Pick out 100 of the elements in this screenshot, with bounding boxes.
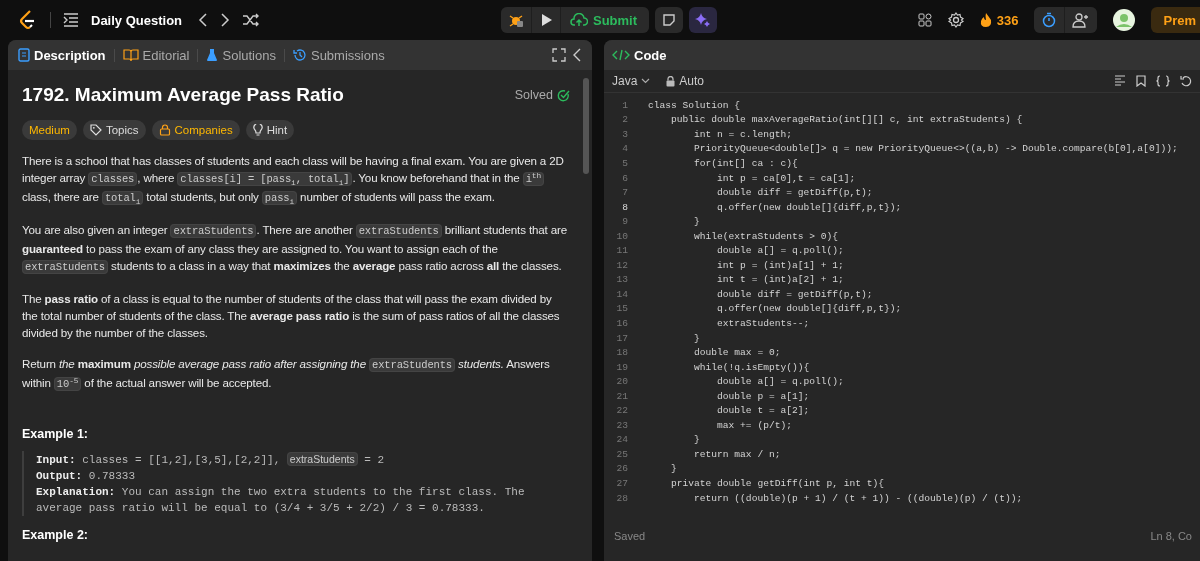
stopwatch-icon — [1041, 12, 1058, 28]
sparkle-icon — [695, 12, 712, 28]
code-line: int t = (int)a[2] + 1; — [716, 274, 844, 286]
tag-chip[interactable]: Companies — [151, 120, 240, 140]
code-line: class Solution { — [648, 99, 741, 111]
lightbulb-icon — [252, 123, 263, 137]
tag-chip[interactable]: Topics — [82, 120, 146, 140]
problem-list-title[interactable]: Daily Question — [91, 12, 183, 28]
code-line: q.offer(new double[]{diff,p,t}); — [716, 303, 902, 315]
collapse-icon[interactable] — [572, 48, 582, 62]
bookmark-icon[interactable] — [1136, 75, 1146, 87]
line-number: 5 — [621, 157, 628, 169]
example-text: Output: 0.78333 — [36, 469, 137, 484]
language-dropdown[interactable]: Java — [612, 74, 651, 88]
book-icon — [122, 48, 139, 62]
line-number: 18 — [615, 347, 628, 359]
example-text: Input: classes = [[1,2],[3,5],[2,2]], extraStudents = 2 — [36, 451, 386, 468]
avatar[interactable] — [1113, 9, 1136, 31]
settings-icon[interactable] — [947, 12, 964, 28]
line-number: 16 — [615, 317, 628, 329]
tag-icon — [89, 124, 102, 136]
line-number: 7 — [621, 187, 628, 199]
timer-button[interactable] — [1034, 7, 1065, 33]
premium-button[interactable]: Prem — [1151, 7, 1200, 33]
line-number: 17 — [615, 332, 628, 344]
panel-tab[interactable]: Solutions — [204, 47, 278, 63]
lock-icon — [666, 75, 676, 87]
fullscreen-icon[interactable] — [552, 48, 566, 62]
line-number: 15 — [615, 303, 628, 315]
format-icon[interactable] — [1114, 75, 1126, 87]
code-line: for(int[] ca : c){ — [693, 157, 798, 169]
document-icon — [18, 48, 30, 62]
line-number: 19 — [615, 361, 628, 373]
chevron-down-icon — [641, 78, 651, 84]
line-number: 11 — [615, 245, 628, 257]
submit-button[interactable]: Submit — [560, 7, 650, 33]
code-line: } — [693, 332, 700, 344]
list-icon[interactable] — [63, 13, 79, 27]
line-number: 4 — [621, 143, 628, 155]
braces-icon[interactable] — [1156, 75, 1170, 87]
line-number: 13 — [615, 274, 628, 286]
chevron-left-icon[interactable] — [198, 13, 209, 27]
example-heading: Example 1: — [22, 427, 89, 441]
note-icon — [662, 13, 677, 27]
debug-button[interactable] — [500, 7, 531, 33]
code-line: } — [693, 434, 700, 446]
sparkle-button[interactable] — [689, 7, 718, 33]
line-number: 10 — [615, 230, 628, 242]
shuffle-icon[interactable] — [242, 13, 261, 27]
code-line: while(extraStudents > 0){ — [693, 230, 838, 242]
code-line: extraStudents--; — [716, 317, 810, 329]
code-line: double max = 0; — [693, 347, 781, 359]
code-line: double a[] = q.poll(); — [716, 245, 844, 257]
line-number: 25 — [615, 448, 628, 460]
line-number: 21 — [615, 390, 628, 402]
code-line: return max / n; — [693, 448, 781, 460]
code-line: double p = a[1]; — [716, 390, 810, 402]
panel-tab[interactable]: Submissions — [290, 47, 387, 63]
example-text: Explanation: You can assign the two extra students to the first class. The average pass ratio will be equal to (3/4 + 3/5 + 2/2) / 3 = 0.78333. — [36, 485, 526, 516]
lock-icon — [158, 124, 171, 136]
line-number: 3 — [621, 128, 628, 140]
code-line: q.offer(new double[]{diff,p,t}); — [716, 201, 902, 213]
grid-icon[interactable] — [917, 13, 932, 27]
code-line: } — [670, 463, 677, 475]
auto-mode-label[interactable]: Auto — [666, 74, 705, 88]
tag-chip[interactable]: Hint — [245, 120, 295, 140]
solved-status: Solved — [514, 88, 570, 102]
line-number: 22 — [615, 405, 628, 417]
add-user-icon — [1072, 12, 1091, 28]
problem-paragraph: Return the maximum possible average pass ratio after assigning the extraStudents students. Answers within 10$^{-5}$ of the actual answer will be accepted. — [22, 356, 551, 393]
problem-paragraph: You are also given an integer extraStudents . There are another extraStudents brilliant students that are guaranteed to pass the exam of any class they are assigned to. You want to assign each of the extraStudents students to a class in a way that maximizes the average pass ratio across all the classes. — [22, 222, 569, 276]
note-button[interactable] — [655, 7, 684, 33]
code-line: int n = c.length; — [693, 128, 792, 140]
bug-icon — [507, 12, 524, 28]
line-number: 24 — [615, 434, 628, 446]
code-line: } — [693, 216, 700, 228]
code-panel-title: Code — [612, 47, 667, 63]
code-line: double a[] = q.poll(); — [716, 376, 844, 388]
history-icon — [292, 48, 307, 62]
reset-icon[interactable] — [1180, 75, 1192, 87]
streak-counter[interactable]: 336 — [979, 12, 1019, 28]
chevron-right-icon[interactable] — [220, 13, 231, 27]
code-line: while(!q.isEmpty()){ — [693, 361, 810, 373]
flame-icon — [979, 12, 992, 28]
panel-tab[interactable]: Description — [16, 47, 108, 63]
panel-tab[interactable]: Editorial — [120, 47, 192, 63]
line-number: 2 — [621, 114, 628, 126]
tag-chip[interactable]: Medium — [22, 120, 77, 140]
add-user-button[interactable] — [1065, 7, 1098, 33]
line-number: 28 — [615, 492, 628, 504]
line-number: 6 — [621, 172, 628, 184]
cloud-upload-icon — [569, 13, 588, 27]
flask-icon — [206, 48, 219, 62]
code-icon — [612, 49, 630, 61]
line-number: 20 — [615, 376, 628, 388]
line-number: 9 — [621, 216, 628, 228]
line-number: 1 — [621, 99, 628, 111]
line-number: 27 — [615, 478, 628, 489]
code-line: return ((double)(p + 1) / (t + 1)) - ((double)(p) / (t)); — [693, 492, 1023, 504]
run-button[interactable] — [531, 7, 560, 33]
